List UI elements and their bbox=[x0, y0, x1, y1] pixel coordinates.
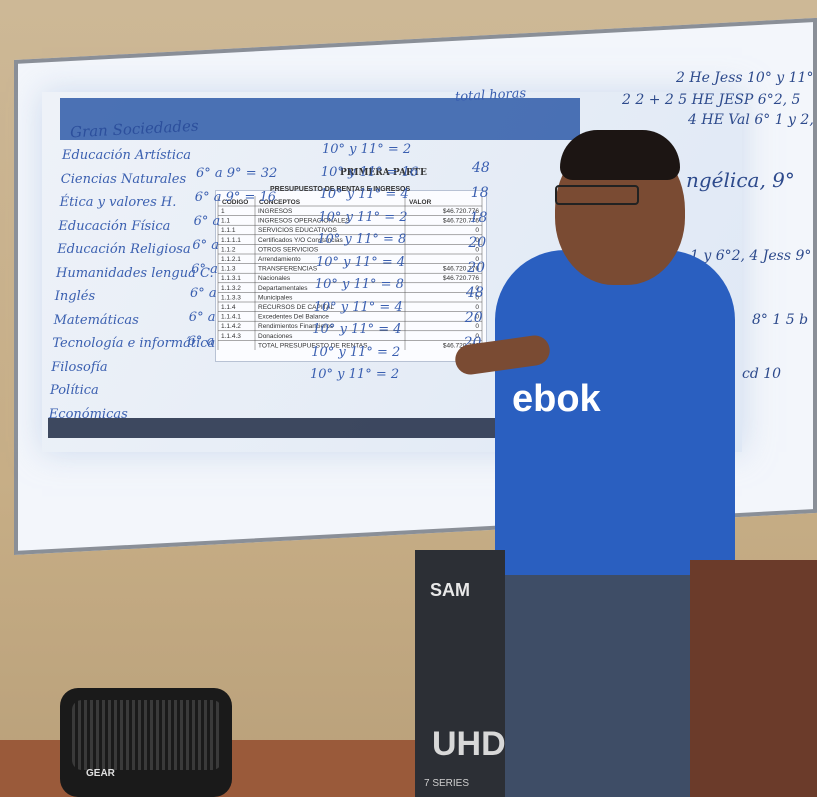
total-hours-entry: 48 bbox=[472, 160, 490, 176]
subject-entry: Política bbox=[50, 383, 99, 398]
subject-entry: Matemáticas bbox=[53, 312, 139, 328]
total-hours-entry: 48 bbox=[466, 285, 484, 301]
right-note: 2 He Jess 10° y 11° bbox=[676, 70, 814, 86]
tv-brand: SAM bbox=[430, 580, 470, 600]
total-hours-entry: 18 bbox=[470, 185, 489, 201]
grade-10-11-entry: 10° y 11° = 8 bbox=[317, 232, 407, 247]
subject-entry: Educación Física bbox=[58, 218, 171, 234]
tv-model: UHD bbox=[432, 725, 506, 763]
grade-10-11-entry: 10° y 11° = 8 bbox=[314, 277, 404, 292]
right-note: 8° 1 5 b bbox=[752, 312, 809, 328]
grade-entry: 6° a bbox=[192, 238, 220, 253]
wooden-cabinet bbox=[690, 560, 817, 797]
grade-10-11-entry: 10° y 11° = 4 bbox=[319, 187, 409, 202]
grade-entry: 6° a bbox=[190, 286, 217, 301]
tv-series: 7 SERIES bbox=[424, 778, 470, 789]
right-note: ngélica, 9° bbox=[686, 168, 795, 192]
subject-entry: Educación Artística bbox=[62, 148, 192, 163]
grade-10-11-entry: 10° y 11° = 4 bbox=[316, 254, 406, 270]
grade-10-11-entry: 10° y 11° = 16 bbox=[320, 164, 419, 180]
grade-entry: 6° a bbox=[187, 334, 215, 349]
grade-10-11-entry: 10° y 11° = 2 bbox=[310, 367, 400, 382]
subject-entry: Educación Religiosa bbox=[57, 242, 191, 257]
grade-entry: 6° a bbox=[193, 214, 221, 229]
total-hours-entry: 20 bbox=[468, 235, 487, 251]
presenter-jeans bbox=[500, 575, 695, 797]
shirt-logo: ebok bbox=[512, 378, 601, 420]
speaker-brand: GEAR bbox=[86, 768, 115, 779]
subject-entry: Filosofía bbox=[51, 359, 108, 375]
right-note: 4 HE Val 6° 1 y 2, bbox=[688, 112, 814, 128]
presenter-hair bbox=[560, 130, 680, 180]
grade-10-11-entry: 10° y 11° = 2 bbox=[322, 142, 412, 157]
subject-entry: Inglés bbox=[54, 289, 96, 304]
grade-10-11-entry: 10° y 11° = 2 bbox=[311, 344, 401, 360]
right-note: cd 10 bbox=[742, 366, 782, 382]
glasses-icon bbox=[555, 185, 639, 205]
total-hours-entry: 18 bbox=[469, 210, 488, 226]
total-hours-entry: 20 bbox=[467, 260, 486, 276]
total-hours-entry: 20 bbox=[464, 310, 483, 326]
grade-entry: 6° a bbox=[188, 310, 216, 325]
right-note: 2 2 + 2 5 HE JESP 6°2, 5 bbox=[622, 92, 801, 108]
subject-entry: Ciencias Naturales bbox=[60, 171, 187, 187]
subject-entry: Ética y valores H. bbox=[59, 195, 177, 210]
grade-entry: 6° a bbox=[191, 262, 218, 277]
windows-taskbar bbox=[48, 418, 498, 438]
speaker-grill bbox=[72, 700, 222, 770]
grade-entry: 6° a 9° = 32 bbox=[196, 166, 278, 181]
grade-10-11-entry: 10° y 11° = 4 bbox=[313, 299, 403, 315]
subject-entry: Humanidades lengua C. bbox=[56, 265, 214, 281]
grade-10-11-entry: 10° y 11° = 2 bbox=[318, 209, 408, 225]
grade-10-11-entry: 10° y 11° = 4 bbox=[312, 322, 402, 337]
right-note: 1 y 6°2, 4 Jess 9° bbox=[690, 248, 812, 264]
grade-entry: 6° a 9° = 16 bbox=[194, 190, 277, 205]
